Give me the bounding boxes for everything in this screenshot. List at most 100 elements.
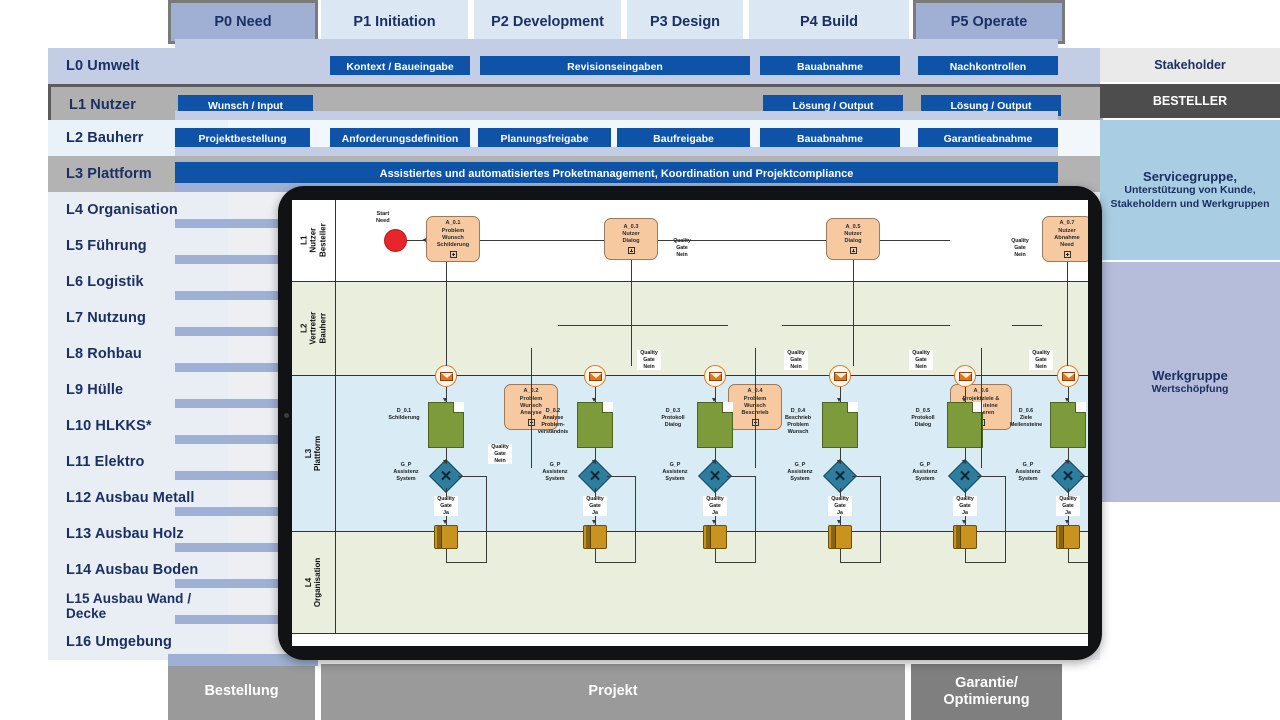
connector bbox=[1080, 476, 1088, 477]
arrow-icon bbox=[592, 460, 597, 464]
quality-gate-ja-0: Quality Gate Ja bbox=[434, 496, 458, 517]
connector bbox=[782, 325, 950, 326]
envelope-icon bbox=[833, 371, 847, 381]
arrow-icon bbox=[837, 398, 842, 402]
arrow-icon bbox=[443, 460, 448, 464]
swimlane-label: L4 Organisation bbox=[304, 557, 323, 608]
quality-gate-nein-2: Quality Gate Nein bbox=[670, 238, 694, 259]
phase-tab-0[interactable]: P0 Need bbox=[168, 0, 318, 44]
data-object-d06[interactable] bbox=[1050, 402, 1086, 448]
data-store-4[interactable] bbox=[953, 525, 977, 549]
activity-chip-l2-2[interactable]: Planungsfreigabe bbox=[478, 128, 611, 149]
expand-plus-icon[interactable] bbox=[849, 246, 857, 254]
data-object-d05[interactable] bbox=[947, 402, 983, 448]
activity-chip-l0-3[interactable]: Nachkontrollen bbox=[918, 56, 1058, 77]
expand-plus-icon[interactable] bbox=[449, 250, 457, 258]
bpmn-task-a01[interactable]: A_0.1 Problem Wunsch Schilderung bbox=[426, 216, 480, 262]
phase-tab-2[interactable]: P2 Development bbox=[474, 0, 624, 44]
bpmn-diagram[interactable]: L1 Nutzer Besteller L2 Vertreter Bauherr L3 Pla… bbox=[292, 200, 1088, 646]
gateway-x-icon: ✕ bbox=[1061, 467, 1075, 485]
quality-gate-ja-2: Quality Gate Ja bbox=[703, 496, 727, 517]
data-store-5[interactable] bbox=[1056, 525, 1080, 549]
connector bbox=[635, 476, 636, 563]
message-event-3[interactable] bbox=[829, 365, 851, 387]
activity-chip-l0-0[interactable]: Kontext / Baueingabe bbox=[330, 56, 470, 77]
task-label: A_0.3 Nutzer Dialog bbox=[622, 224, 640, 245]
envelope-icon bbox=[958, 371, 972, 381]
arrow-icon bbox=[962, 460, 967, 464]
gateway-label-2: G_P Assistenz System bbox=[662, 462, 688, 483]
activity-chip-l2-4[interactable]: Bauabnahme bbox=[760, 128, 900, 149]
gateway-label-4: G_P Assistenz System bbox=[912, 462, 938, 483]
phase-header-row: P0 Need P1 Initiation P2 Development P3 Des… bbox=[0, 0, 1280, 44]
data-store-2[interactable] bbox=[703, 525, 727, 549]
message-event-5[interactable] bbox=[1057, 365, 1079, 387]
message-event-2[interactable] bbox=[704, 365, 726, 387]
data-object-d01[interactable] bbox=[428, 402, 464, 448]
arrow-icon bbox=[837, 460, 842, 464]
data-object-label-d01: D_0.1 Schilderung bbox=[388, 408, 420, 422]
connector bbox=[558, 325, 728, 326]
swimlane-l2: L2 Vertreter Bauherr bbox=[292, 282, 1088, 376]
connector bbox=[880, 240, 950, 241]
activity-chip-l2-0[interactable]: Projektbestellung bbox=[175, 128, 310, 149]
connector bbox=[458, 476, 486, 477]
tablet-screen[interactable]: L1 Nutzer Besteller L2 Vertreter Bauherr L3 Pla… bbox=[292, 200, 1088, 646]
arrow-icon bbox=[962, 398, 967, 402]
group-label-title: BESTELLER bbox=[1152, 94, 1228, 108]
connector bbox=[480, 240, 604, 241]
data-store-3[interactable] bbox=[828, 525, 852, 549]
gateway-label-0: G_P Assistenz System bbox=[393, 462, 419, 483]
activity-chip-l2-3[interactable]: Baufreigabe bbox=[617, 128, 750, 149]
message-event-1[interactable] bbox=[584, 365, 606, 387]
bpmn-task-a03[interactable]: A_0.3 Nutzer Dialog bbox=[604, 218, 658, 260]
arrow-icon bbox=[712, 520, 717, 524]
quality-gate-nein-6: Quality Gate Nein bbox=[1029, 350, 1053, 371]
group-label-title: Servicegruppe, bbox=[1143, 169, 1237, 185]
data-object-label-d03: D_0.3 Protokoll Dialog bbox=[661, 408, 685, 429]
stage-segment-1[interactable]: Projekt bbox=[321, 664, 908, 720]
expand-plus-icon[interactable] bbox=[627, 246, 635, 254]
message-event-4[interactable] bbox=[954, 365, 976, 387]
data-object-d04[interactable] bbox=[822, 402, 858, 448]
camera-icon bbox=[284, 413, 289, 418]
connector bbox=[1067, 262, 1068, 366]
gateway-x-icon: ✕ bbox=[708, 467, 722, 485]
arrow-icon bbox=[1065, 460, 1070, 464]
connector bbox=[715, 562, 755, 563]
group-label-2: Servicegruppe, Unterstützung von Kunde, S… bbox=[1100, 120, 1280, 260]
connector bbox=[840, 488, 841, 497]
store-cap bbox=[831, 526, 836, 548]
stage-segment-0[interactable]: Bestellung bbox=[168, 664, 318, 720]
data-object-label-d05: D_0.5 Protokoll Dialog bbox=[911, 408, 935, 429]
arrow-icon bbox=[592, 398, 597, 402]
connector bbox=[1012, 325, 1042, 326]
data-store-0[interactable] bbox=[434, 525, 458, 549]
gateway-label-5: G_P Assistenz System bbox=[1015, 462, 1041, 483]
expand-plus-icon[interactable] bbox=[1063, 250, 1071, 258]
quality-gate-nein-0: Quality Gate Nein bbox=[488, 444, 512, 465]
connector bbox=[727, 476, 755, 477]
data-object-d03[interactable] bbox=[697, 402, 733, 448]
activity-chip-l2-1[interactable]: Anforderungsdefinition bbox=[330, 128, 470, 149]
activity-chip-l2-5[interactable]: Garantieabnahme bbox=[918, 128, 1058, 149]
stage-segment-2[interactable]: Garantie/Optimierung bbox=[911, 664, 1065, 720]
phase-tab-4[interactable]: P4 Build bbox=[749, 0, 912, 44]
quality-gate-nein-4: Quality Gate Nein bbox=[909, 350, 933, 371]
envelope-icon bbox=[1061, 371, 1075, 381]
data-store-1[interactable] bbox=[583, 525, 607, 549]
activity-chip-l0-2[interactable]: Bauabnahme bbox=[760, 56, 900, 77]
bottom-stage-bar: Bestellung Projekt Garantie/Optimierung bbox=[0, 654, 1280, 720]
phase-tab-3[interactable]: P3 Design bbox=[627, 0, 746, 44]
phase-tab-1[interactable]: P1 Initiation bbox=[321, 0, 471, 44]
tablet-device: L1 Nutzer Besteller L2 Vertreter Bauherr L3 Pla… bbox=[278, 186, 1102, 660]
bpmn-task-a05[interactable]: A_0.5 Nutzer Dialog bbox=[826, 218, 880, 260]
quality-gate-ja-4: Quality Gate Ja bbox=[953, 496, 977, 517]
phase-tab-5[interactable]: P5 Operate bbox=[913, 0, 1065, 44]
bpmn-task-a07[interactable]: A_0.7 Nutzer Abnahme Need bbox=[1042, 216, 1088, 262]
swimlane-label: L1 Nutzer Besteller bbox=[299, 223, 328, 258]
activity-chip-l0-1[interactable]: Revisionseingaben bbox=[480, 56, 750, 77]
message-event-0[interactable] bbox=[435, 365, 457, 387]
data-object-d02[interactable] bbox=[577, 402, 613, 448]
store-cap bbox=[1059, 526, 1064, 548]
